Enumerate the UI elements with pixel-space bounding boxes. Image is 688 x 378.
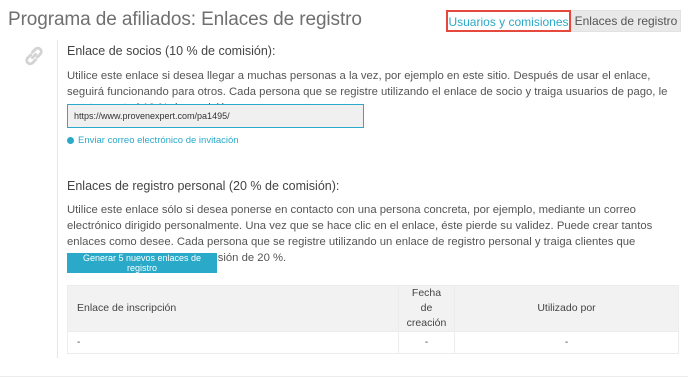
table-row: - - - xyxy=(67,331,679,354)
personal-links-heading: Enlaces de registro personal (20 % de co… xyxy=(67,179,340,193)
generate-links-button[interactable]: Generar 5 nuevos enlaces de registro xyxy=(67,253,217,273)
column-header-created-line: creación xyxy=(406,317,447,329)
column-header-created-line: Fecha xyxy=(411,287,442,299)
column-header-used-by: Utilizado por xyxy=(454,285,679,332)
registration-links-table: Enlace de inscripción Fecha de creación … xyxy=(67,285,679,354)
content-divider xyxy=(57,40,58,358)
send-invitation-label: Enviar correo electrónico de invitación xyxy=(78,135,239,146)
partner-link-field[interactable] xyxy=(67,104,364,128)
cell-link: - xyxy=(67,331,399,354)
send-invitation-link[interactable]: Enviar correo electrónico de invitación xyxy=(67,135,239,146)
column-header-created: Fecha de creación xyxy=(398,285,455,332)
page-title: Programa de afiliados: Enlaces de regist… xyxy=(8,9,362,30)
tab-enlaces-registro[interactable]: Enlaces de registro xyxy=(571,10,681,32)
tab-usuarios-comisiones[interactable]: Usuarios y comisiones xyxy=(446,10,571,32)
link-icon xyxy=(25,46,43,66)
cell-created: - xyxy=(398,331,455,354)
column-header-link: Enlace de inscripción xyxy=(67,285,399,332)
column-header-created-line: de xyxy=(420,302,433,314)
cell-used-by: - xyxy=(454,331,679,354)
partner-link-heading: Enlace de socios (10 % de comisión): xyxy=(67,44,276,58)
dot-icon xyxy=(67,137,74,144)
table-header-row: Enlace de inscripción Fecha de creación … xyxy=(67,285,679,332)
tab-bar: Usuarios y comisiones Enlaces de registr… xyxy=(446,10,681,32)
footer-divider xyxy=(0,376,688,377)
